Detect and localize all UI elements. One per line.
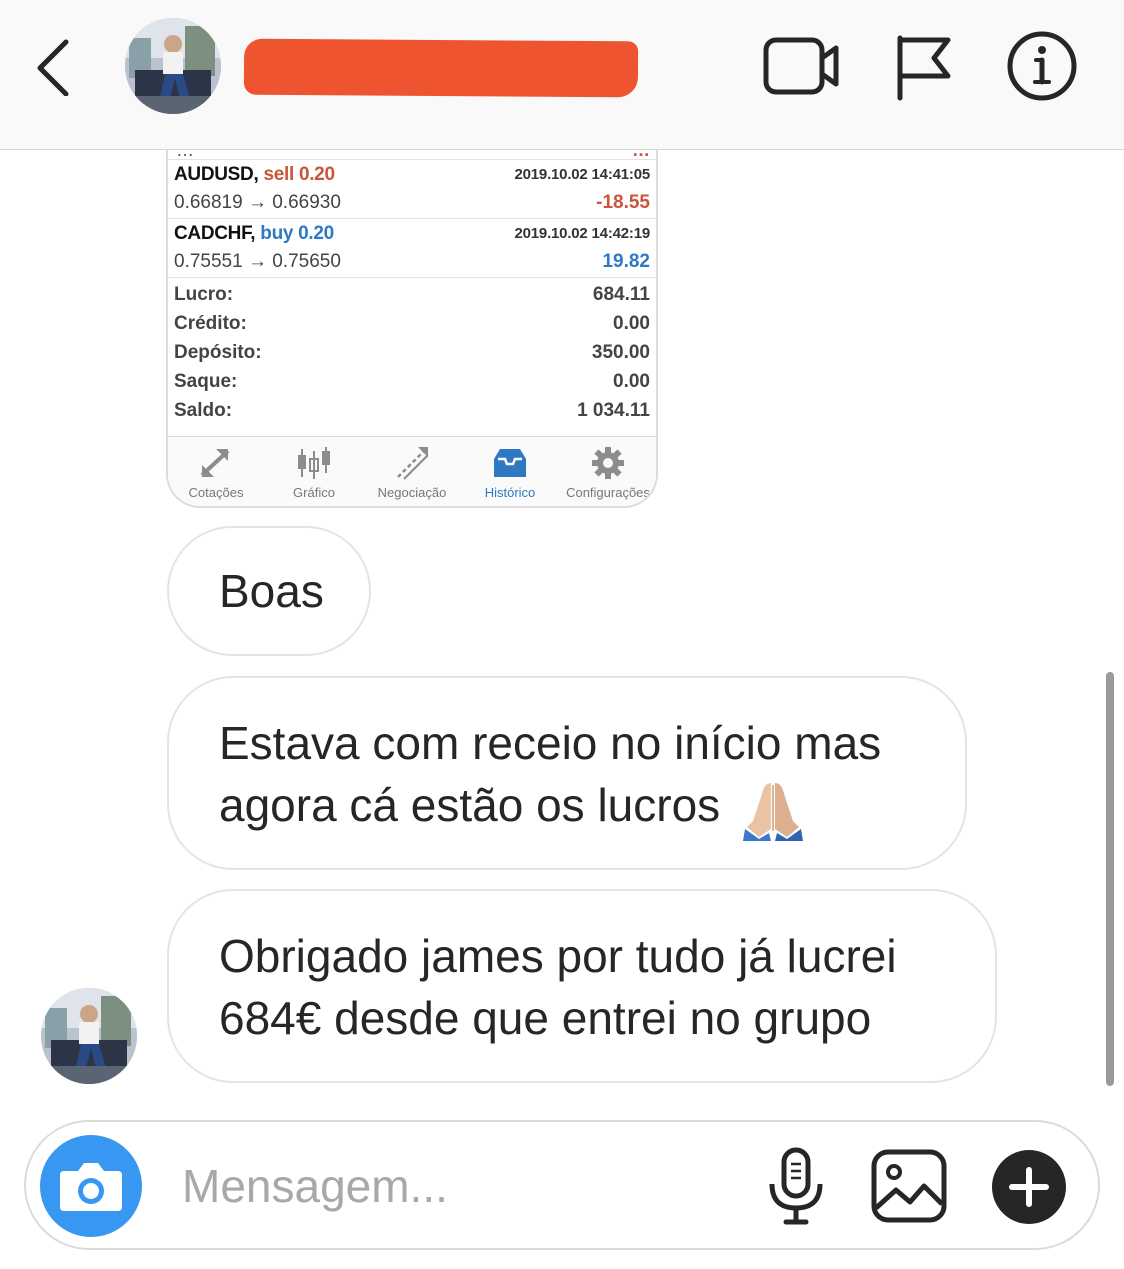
trade-symbol: AUDUSD, [174, 164, 259, 185]
trade-volume: 0.20 [298, 164, 335, 185]
trade-datetime: 2019.10.02 14:41:05 [514, 166, 651, 183]
summary-label: Saldo: [174, 400, 233, 421]
tab-history: Histórico [462, 437, 558, 506]
trade-action: buy [260, 223, 294, 244]
trade-row: CADCHF, buy 0.20 2019.10.02 14:42:19 0.7… [168, 219, 656, 278]
tab-trade: Negociação [364, 437, 460, 506]
summary-row-deposit: Depósito: 350.00 [168, 340, 656, 369]
image-icon [871, 1149, 947, 1223]
scrollbar[interactable] [1106, 672, 1114, 1086]
summary-value: 684.11 [592, 284, 650, 305]
tab-label: Configurações [566, 485, 650, 500]
trade-action: sell [263, 164, 294, 185]
summary-row-balance: Saldo: 1 034.11 [168, 398, 656, 427]
tab-settings: Configurações [560, 437, 656, 506]
summary-row-credit: Crédito: 0.00 [168, 311, 656, 340]
summary-label: Depósito: [174, 342, 262, 363]
summary-label: Lucro: [174, 284, 234, 305]
trade-pair: AUDUSD, sell 0.20 [174, 164, 335, 186]
tab-chart: Gráfico [266, 437, 362, 506]
avatar-photo [125, 18, 221, 114]
trading-tab-bar: Cotações Gráfico Negociação Histórico Co… [168, 436, 656, 506]
tab-label: Gráfico [293, 485, 335, 500]
message-text-line-with-emoji: agora cá estão os lucros [219, 774, 925, 841]
cut-off-row: … … [168, 150, 656, 160]
camera-button[interactable] [40, 1135, 142, 1237]
info-icon [1007, 31, 1077, 101]
trade-datetime: 2019.10.02 14:42:19 [514, 225, 651, 242]
tab-label: Cotações [188, 485, 244, 500]
camera-icon [60, 1163, 122, 1211]
avatar-photo [41, 988, 137, 1084]
message-input[interactable] [182, 1156, 742, 1216]
settings-gear-icon [592, 447, 624, 479]
summary-value: 0.00 [613, 313, 650, 334]
details-button[interactable] [1000, 30, 1080, 102]
plus-icon [1009, 1167, 1049, 1207]
voice-message-button[interactable] [764, 1146, 828, 1226]
quotes-arrows-icon [200, 449, 230, 477]
message-text-line: 684€ desde que entrei no grupo [219, 992, 872, 1044]
message-text-line: Estava com receio no início mas [219, 717, 882, 769]
flag-icon [897, 35, 951, 101]
trade-prices: 0.75551 → 0.75650 [174, 251, 341, 272]
chevron-left-icon [37, 39, 69, 97]
sender-avatar[interactable] [41, 988, 137, 1084]
trade-profit: 19.82 [602, 251, 650, 272]
gallery-button[interactable] [870, 1146, 950, 1226]
summary-value: 350.00 [591, 342, 650, 363]
message-bubble[interactable]: Estava com receio no início mas agora cá… [167, 676, 967, 870]
message-bubble[interactable]: Boas [167, 526, 371, 656]
summary-label: Saque: [174, 371, 238, 392]
folded-hands-emoji [742, 782, 803, 841]
summary-value: 0.00 [613, 371, 650, 392]
summary-label: Crédito: [174, 313, 247, 334]
contact-avatar[interactable] [125, 18, 221, 114]
video-camera-icon [763, 37, 839, 95]
direct-message-screen: … … AUDUSD, sell 0.20 2019.10.02 14:41:0… [0, 0, 1124, 1269]
username-redaction [243, 38, 639, 98]
chat-header [0, 0, 1124, 150]
tab-label: Negociação [377, 485, 447, 500]
message-text-line: agora cá estão os lucros [219, 779, 721, 831]
message-bubble[interactable]: Obrigado james por tudo já lucrei 684€ d… [167, 889, 997, 1083]
shared-trading-screenshot[interactable]: … … AUDUSD, sell 0.20 2019.10.02 14:41:0… [166, 150, 658, 508]
trade-prices: 0.66819 → 0.66930 [174, 192, 341, 213]
video-call-button[interactable] [762, 30, 842, 102]
back-button[interactable] [30, 36, 80, 97]
trade-row: AUDUSD, sell 0.20 2019.10.02 14:41:05 0.… [168, 160, 656, 219]
message-text-line: Obrigado james por tudo já lucrei [219, 930, 897, 982]
trade-pair: CADCHF, buy 0.20 [174, 223, 334, 245]
tab-quotes: Cotações [168, 437, 264, 506]
report-button[interactable] [888, 30, 968, 102]
candlestick-icon [298, 447, 330, 479]
trade-profit: -18.55 [596, 192, 650, 213]
summary-row-profit: Lucro: 684.11 [168, 282, 656, 311]
more-options-button[interactable] [992, 1150, 1066, 1224]
summary-value: 1 034.11 [577, 400, 650, 421]
message-text: Boas [219, 565, 324, 617]
account-summary: Lucro: 684.11 Crédito: 0.00 Depósito: 35… [168, 282, 656, 427]
trade-icon [397, 447, 429, 480]
history-inbox-icon [494, 449, 526, 477]
microphone-icon [769, 1147, 823, 1225]
trade-symbol: CADCHF, [174, 223, 256, 244]
trade-volume: 0.20 [298, 223, 334, 244]
tab-label: Histórico [484, 485, 536, 500]
summary-row-withdrawal: Saque: 0.00 [168, 369, 656, 398]
message-composer [24, 1120, 1100, 1250]
